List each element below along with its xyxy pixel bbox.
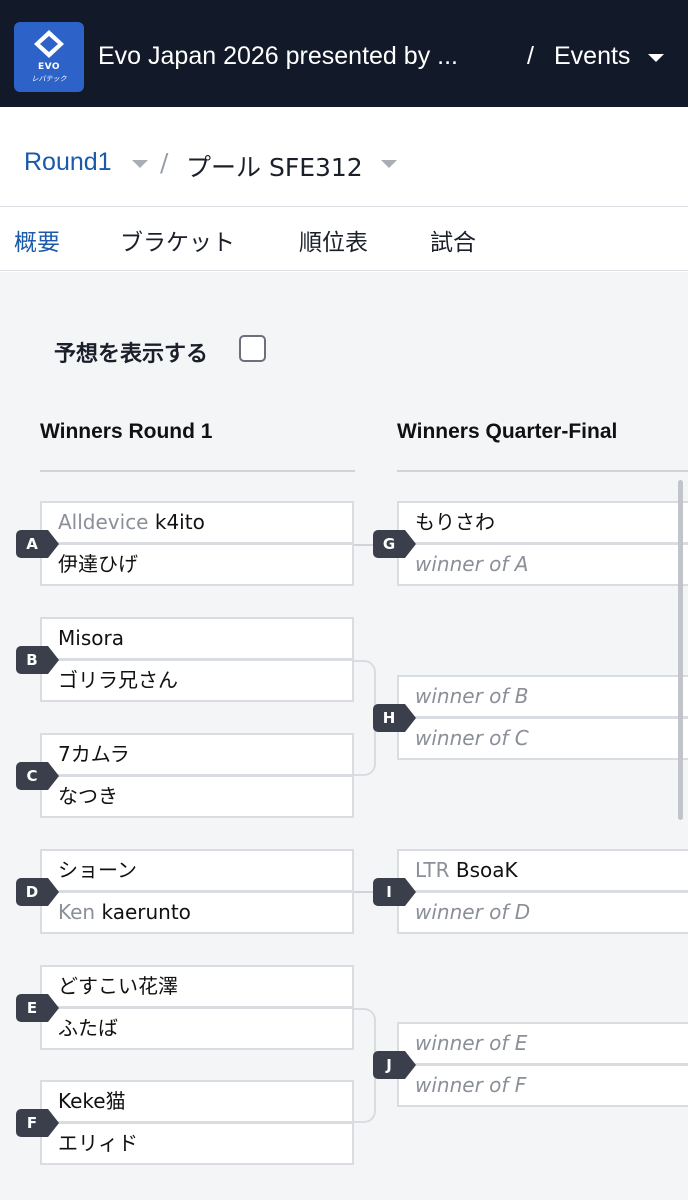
player-slot[interactable]: ショーン — [40, 849, 354, 892]
player-name: k4ito — [154, 510, 205, 534]
match-badge-d: D — [16, 878, 59, 906]
player-slot[interactable]: winner of E — [397, 1022, 688, 1065]
player-slot[interactable]: 7カムラ — [40, 733, 354, 776]
player-name: ショーン — [58, 858, 137, 882]
evo-logo[interactable]: EVO レバテック — [14, 22, 84, 92]
tab-overview[interactable]: 概要 — [14, 223, 60, 257]
player-slot[interactable]: winner of F — [397, 1064, 688, 1107]
tab-bracket[interactable]: ブラケット — [120, 223, 235, 257]
bracket-match-c[interactable]: 7カムラ なつき — [40, 733, 354, 819]
player-name: ふたば — [58, 1016, 118, 1040]
bracket-match-d[interactable]: ショーン Ken kaerunto — [40, 849, 354, 935]
player-name: Keke猫 — [58, 1089, 126, 1113]
chevron-down-icon[interactable] — [648, 54, 664, 62]
bracket-match-g[interactable]: もりさわ winner of A — [397, 501, 688, 587]
team-prefix: Ken — [58, 900, 96, 924]
player-name: 伊達ひげ — [58, 552, 138, 576]
player-slot[interactable]: 伊達ひげ — [40, 543, 354, 586]
player-name: Misora — [58, 626, 124, 650]
bracket-match-h[interactable]: winner of B winner of C — [397, 675, 688, 761]
logo-subtext: レバテック — [31, 75, 67, 83]
player-slot[interactable]: Ken kaerunto — [40, 891, 354, 934]
player-slot[interactable]: Alldevice k4ito — [40, 501, 354, 544]
player-name: エリィド — [58, 1131, 138, 1155]
match-badge-c: C — [16, 762, 59, 790]
player-name: kaerunto — [101, 900, 191, 924]
player-name: BsoaK — [455, 858, 518, 882]
match-badge-a: A — [16, 530, 59, 558]
match-badge-f: F — [16, 1109, 59, 1137]
player-slot[interactable]: Misora — [40, 617, 354, 660]
column-header-quarter: Winners Quarter-Final — [397, 420, 618, 443]
match-badge-e: E — [16, 994, 59, 1022]
tournament-title[interactable]: Evo Japan 2026 presented by ... — [98, 42, 458, 71]
logo-text: EVO — [37, 62, 61, 72]
vertical-scrollbar[interactable] — [678, 480, 683, 820]
bracket-match-e[interactable]: どすこい花澤 ふたば — [40, 965, 354, 1051]
bracket-match-f[interactable]: Keke猫 エリィド — [40, 1080, 354, 1166]
chevron-down-icon[interactable] — [132, 160, 148, 168]
player-slot[interactable]: ふたば — [40, 1007, 354, 1050]
round-selector[interactable]: Round1 — [24, 148, 112, 177]
breadcrumb-separator: / — [160, 148, 169, 177]
bracket-match-b[interactable]: Misora ゴリラ兄さん — [40, 617, 354, 703]
column-divider — [397, 470, 688, 472]
player-slot[interactable]: LTR BsoaK — [397, 849, 688, 892]
winner-placeholder: winner of B — [415, 684, 529, 708]
breadcrumb: Round1 / プール SFE312 — [0, 107, 688, 207]
winner-placeholder: winner of D — [415, 900, 531, 924]
pool-selector[interactable]: プール SFE312 — [186, 148, 363, 184]
player-name: 7カムラ — [58, 742, 130, 766]
player-slot[interactable]: winner of A — [397, 543, 688, 586]
show-predictions-label: 予想を表示する — [54, 342, 209, 367]
player-name: もりさわ — [415, 510, 495, 534]
player-slot[interactable]: Keke猫 — [40, 1080, 354, 1123]
header-separator: / — [527, 42, 534, 70]
match-badge-j: J — [373, 1051, 416, 1079]
bracket-view: 予想を表示する Winners Round 1 Winners Quarter-… — [0, 272, 688, 1200]
bracket-match-j[interactable]: winner of E winner of F — [397, 1022, 688, 1108]
show-predictions-checkbox[interactable] — [239, 335, 266, 362]
player-slot[interactable]: なつき — [40, 775, 354, 818]
winner-placeholder: winner of E — [415, 1031, 528, 1055]
team-prefix: LTR — [415, 858, 450, 882]
player-slot[interactable]: もりさわ — [397, 501, 688, 544]
match-badge-b: B — [16, 646, 59, 674]
bracket-match-i[interactable]: LTR BsoaK winner of D — [397, 849, 688, 935]
column-divider — [40, 470, 355, 472]
player-name: どすこい花澤 — [58, 974, 178, 998]
player-slot[interactable]: winner of D — [397, 891, 688, 934]
match-badge-g: G — [373, 530, 416, 558]
player-slot[interactable]: どすこい花澤 — [40, 965, 354, 1008]
app-header: EVO レバテック Evo Japan 2026 presented by ..… — [0, 0, 688, 107]
tab-standings[interactable]: 順位表 — [299, 223, 368, 257]
player-slot[interactable]: ゴリラ兄さん — [40, 659, 354, 702]
player-slot[interactable]: エリィド — [40, 1122, 354, 1165]
winner-placeholder: winner of C — [415, 726, 529, 750]
bracket-match-a[interactable]: Alldevice k4ito 伊達ひげ — [40, 501, 354, 587]
winner-placeholder: winner of A — [415, 552, 529, 576]
player-slot[interactable]: winner of C — [397, 717, 688, 760]
tab-matches[interactable]: 試合 — [430, 223, 476, 257]
tab-bar: 概要 ブラケット 順位表 試合 — [0, 207, 688, 271]
column-header-round1: Winners Round 1 — [40, 420, 213, 443]
winner-placeholder: winner of F — [415, 1073, 527, 1097]
events-menu[interactable]: Events — [554, 42, 630, 71]
match-badge-i: I — [373, 878, 416, 906]
player-name: なつき — [58, 784, 118, 808]
match-badge-h: H — [373, 704, 416, 732]
chevron-down-icon[interactable] — [381, 160, 397, 168]
player-slot[interactable]: winner of B — [397, 675, 688, 718]
team-prefix: Alldevice — [58, 510, 149, 534]
player-name: ゴリラ兄さん — [58, 668, 178, 692]
